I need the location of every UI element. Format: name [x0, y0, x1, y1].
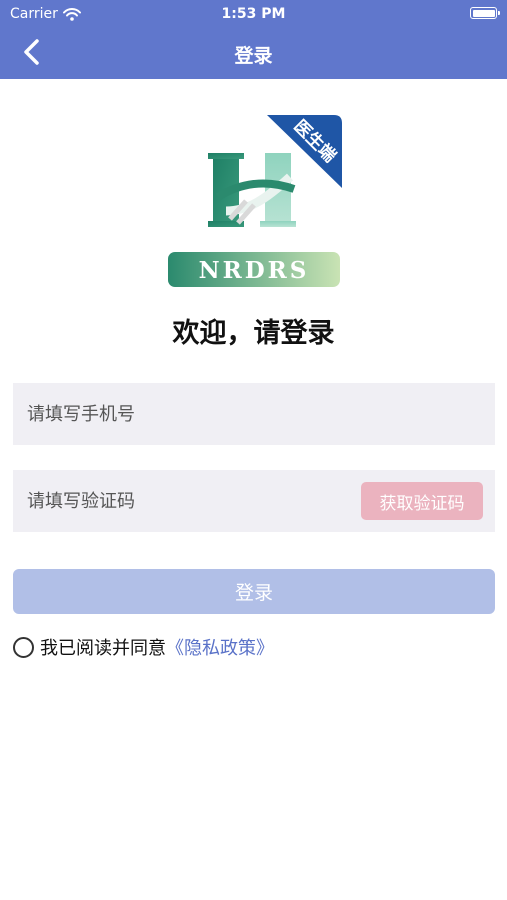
agreement-text: 我已阅读并同意 [40, 638, 166, 659]
nav-bar: 登录 [0, 28, 507, 79]
welcome-heading: 欢迎，请登录 [172, 318, 335, 349]
status-bar: Carrier 1:53 PM [0, 0, 507, 28]
header-bar: Carrier 1:53 PM 登录 [0, 0, 507, 79]
agreement-radio[interactable] [13, 636, 34, 658]
page-title: 登录 [234, 45, 273, 67]
login-button[interactable]: 登录 [13, 569, 495, 614]
code-field: 获取验证码 [13, 470, 495, 532]
logo-brand-text: NRDRS [199, 257, 310, 284]
get-code-button[interactable]: 获取验证码 [361, 482, 483, 520]
privacy-policy-link[interactable]: 《隐私政策》 [166, 634, 274, 660]
app-logo: 医生端 NRDRS [168, 115, 342, 290]
logo-graphic: 医生端 NRDRS [168, 115, 342, 287]
agreement-row: 我已阅读并同意 《隐私政策》 [13, 634, 274, 660]
phone-input[interactable] [27, 383, 347, 445]
verification-code-input[interactable] [27, 470, 347, 532]
phone-field [13, 383, 495, 445]
status-time: 1:53 PM [221, 6, 286, 22]
battery-icon [470, 7, 500, 19]
